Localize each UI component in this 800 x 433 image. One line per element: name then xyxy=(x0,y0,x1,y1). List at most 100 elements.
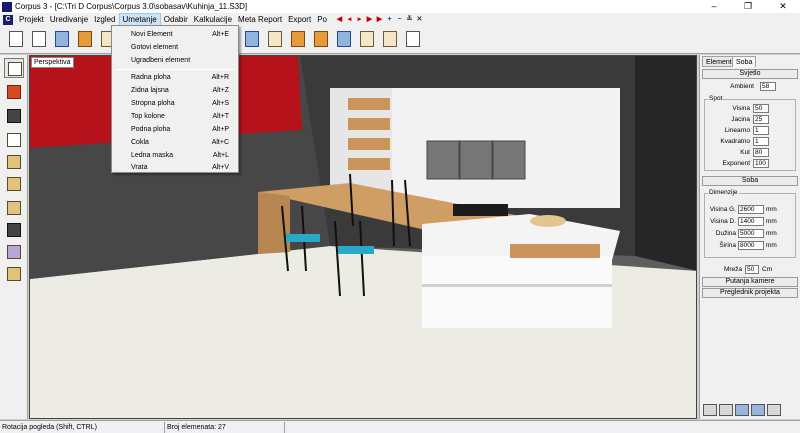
prev-icon[interactable]: ◂ xyxy=(345,15,354,24)
visina-d-field[interactable]: 1400 xyxy=(738,217,764,226)
jacina-field[interactable]: 25 xyxy=(753,115,769,124)
duzina-field[interactable]: 5000 xyxy=(738,229,764,238)
visina-d-label: Visina D. xyxy=(710,218,736,225)
linearno-field[interactable]: 1 xyxy=(753,126,769,135)
open-button[interactable] xyxy=(29,29,49,49)
tool-1-button[interactable] xyxy=(242,29,262,49)
open-icon xyxy=(32,31,46,47)
more-icon[interactable]: ▶ xyxy=(375,15,384,24)
worktop-tool[interactable] xyxy=(4,198,24,218)
menu-cokla[interactable]: Cokla Alt+C xyxy=(113,136,237,149)
collapse-icon[interactable]: ≚ xyxy=(405,15,414,24)
finish-tool[interactable] xyxy=(4,220,24,240)
menu-projekt[interactable]: Projekt xyxy=(16,13,47,26)
minimize-button[interactable]: – xyxy=(697,0,731,13)
save-button[interactable] xyxy=(52,29,72,49)
menu-top-kolone[interactable]: Top kolone Alt+T xyxy=(113,110,237,123)
tool-3-button[interactable] xyxy=(288,29,308,49)
visina-g-field[interactable]: 2600 xyxy=(738,205,764,214)
menu-export[interactable]: Export xyxy=(285,13,314,26)
close-button[interactable]: ✕ xyxy=(766,0,800,13)
checker-flag-icon xyxy=(7,223,21,237)
view-top-icon[interactable] xyxy=(735,404,749,416)
paint-tool[interactable] xyxy=(4,152,24,172)
menu-uredivanje[interactable]: Uredivanje xyxy=(47,13,91,26)
tool-2-button[interactable] xyxy=(265,29,285,49)
first-icon[interactable]: ◀ xyxy=(335,15,344,24)
item-label: Stropna ploha xyxy=(131,100,175,107)
tool-6-button[interactable] xyxy=(357,29,377,49)
tab-soba[interactable]: Soba xyxy=(732,56,757,67)
title-bar: Corpus 3 - [C:\Tri D Corpus\Corpus 3.0\s… xyxy=(0,0,800,13)
corpus-logo-icon: C xyxy=(3,14,13,25)
menu-separator xyxy=(115,69,235,70)
visina-d-unit: mm xyxy=(766,218,777,225)
stool-seat-2 xyxy=(338,246,374,254)
shelf-wood-2 xyxy=(348,118,390,130)
shelf-wood-4 xyxy=(348,158,390,170)
cabinet-tool[interactable] xyxy=(4,174,24,194)
measure-tool[interactable] xyxy=(4,130,24,150)
item-label: Radna ploha xyxy=(131,74,171,81)
tool-7-button[interactable] xyxy=(380,29,400,49)
menu-zidna-lajsna[interactable]: Zidna lajsna Alt+Z xyxy=(113,84,237,97)
item-label: Zidna lajsna xyxy=(131,87,169,94)
menu-podna-ploha[interactable]: Podna ploha Alt+P xyxy=(113,123,237,136)
item-shortcut: Alt+V xyxy=(212,164,229,171)
view-mode-label: Perspektiva xyxy=(31,57,74,68)
status-hint: Rotacija pogleda (Shift, CTRL) xyxy=(0,422,165,433)
new-file-button[interactable] xyxy=(6,29,26,49)
tool-8-button[interactable] xyxy=(403,29,423,49)
soba-header[interactable]: Soba xyxy=(702,176,798,186)
view-side-icon[interactable] xyxy=(719,404,733,416)
view-front-icon[interactable] xyxy=(703,404,717,416)
kut-field[interactable]: 80 xyxy=(753,148,769,157)
menu-gotovi-element[interactable]: Gotovi element xyxy=(113,41,237,54)
menu-vrata[interactable]: Vrata Alt+V xyxy=(113,161,237,174)
putanja-kamere-button[interactable]: Putanja kamere xyxy=(702,277,798,287)
view-3d-icon[interactable] xyxy=(767,404,781,416)
menu-meta-report[interactable]: Meta Report xyxy=(235,13,285,26)
close-child-icon[interactable]: ✕ xyxy=(415,15,424,24)
select-tool[interactable] xyxy=(4,58,24,78)
item-shortcut: Alt+Z xyxy=(212,87,229,94)
cabinet-button[interactable] xyxy=(75,29,95,49)
kvadratno-field[interactable]: 1 xyxy=(753,137,769,146)
svjetlo-header[interactable]: Svjetlo xyxy=(702,69,798,79)
machine-icon xyxy=(360,31,374,47)
menu-stropna-ploha[interactable]: Stropna ploha Alt+S xyxy=(113,97,237,110)
mreza-field[interactable]: 50 xyxy=(745,265,759,274)
next-icon[interactable]: ▸ xyxy=(355,15,364,24)
rail-tool[interactable] xyxy=(4,264,24,284)
last-icon[interactable]: ▶ xyxy=(365,15,374,24)
menu-po[interactable]: Po xyxy=(314,13,330,26)
maximize-button[interactable]: ❐ xyxy=(731,0,765,13)
item-label: Podna ploha xyxy=(131,126,171,133)
edge-tool[interactable] xyxy=(4,242,24,262)
menu-novi-element[interactable]: Novi Element Alt+E xyxy=(113,28,237,41)
jacina-label: Jacina xyxy=(731,116,750,123)
view-plan-icon[interactable] xyxy=(751,404,765,416)
kut-label: Kut xyxy=(740,149,750,156)
sirina-unit: mm xyxy=(766,242,777,249)
exponent-field[interactable]: 100 xyxy=(753,159,769,168)
arrow-cursor-icon xyxy=(8,62,22,76)
element-tool[interactable] xyxy=(4,106,24,126)
tool-5-button[interactable] xyxy=(334,29,354,49)
ambient-field[interactable]: 58 xyxy=(760,82,776,91)
remove-icon[interactable]: − xyxy=(395,15,404,24)
item-label: Novi Element xyxy=(131,31,173,38)
window-title: Corpus 3 - [C:\Tri D Corpus\Corpus 3.0\s… xyxy=(15,2,248,11)
move-tool[interactable] xyxy=(4,82,24,102)
menu-radna-ploha[interactable]: Radna ploha Alt+R xyxy=(113,71,237,84)
sink xyxy=(530,215,566,227)
sirina-field[interactable]: 8000 xyxy=(738,241,764,250)
rail-icon xyxy=(7,267,21,281)
preglednik-projekta-button[interactable]: Preglednik projekta xyxy=(702,288,798,298)
visina-field[interactable]: 50 xyxy=(753,104,769,113)
add-icon[interactable]: + xyxy=(385,15,394,24)
menu-ugradbeni-element[interactable]: Ugradbeni element xyxy=(113,54,237,67)
tool-4-button[interactable] xyxy=(311,29,331,49)
app-icon xyxy=(2,1,12,12)
oven-1 xyxy=(426,140,460,180)
